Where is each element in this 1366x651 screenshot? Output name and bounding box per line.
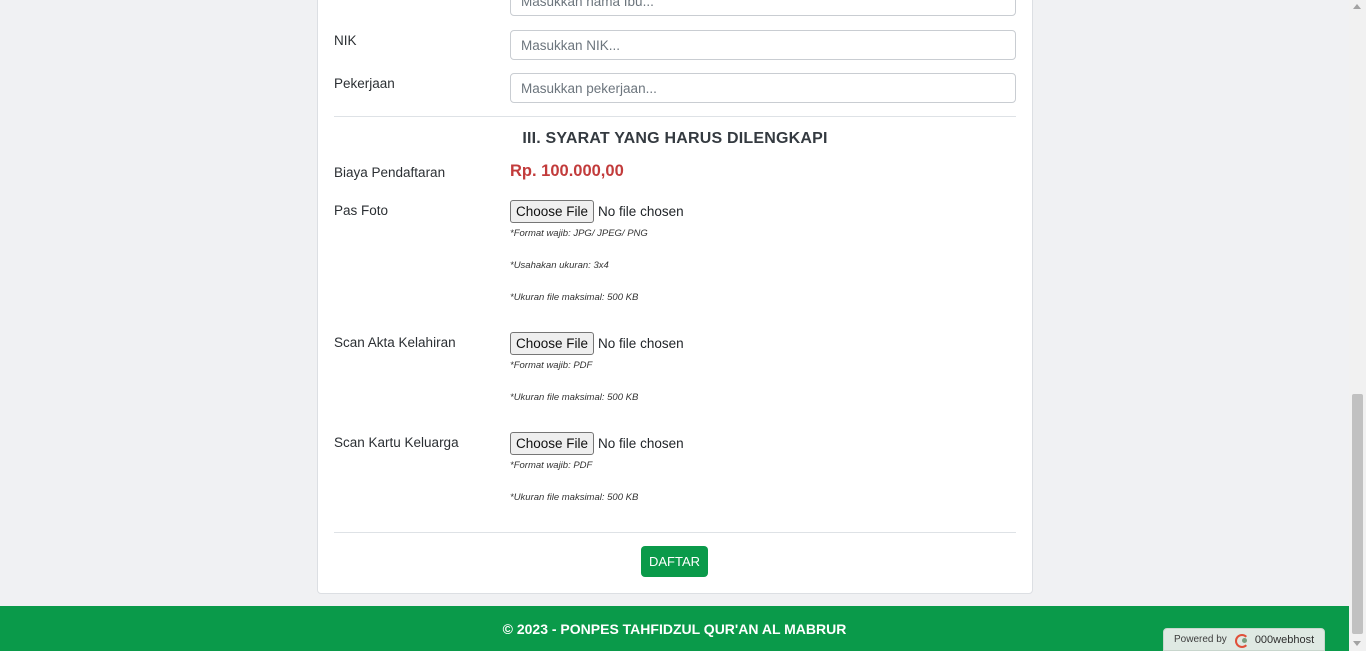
biaya-value: Rp. 100.000,00	[510, 162, 624, 180]
akta-choose-button[interactable]: Choose File	[510, 332, 595, 355]
akta-note-max: *Ukuran file maksimal: 500 KB	[510, 392, 639, 403]
akta-label: Scan Akta Kelahiran	[334, 335, 456, 350]
biaya-label: Biaya Pendaftaran	[334, 165, 446, 180]
kk-note-format: *Format wajib: PDF	[510, 460, 593, 471]
kk-label: Scan Kartu Keluarga	[334, 435, 459, 450]
footer-copyright: © 2023 - PONPES TAHFIDZUL QUR'AN AL MABR…	[502, 621, 847, 637]
section-divider	[334, 116, 1016, 117]
scrollbar-thumb[interactable]	[1352, 394, 1363, 634]
powered-by-text: Powered by	[1174, 634, 1227, 645]
akta-file-input[interactable]: Choose File No file chosen	[510, 332, 684, 355]
akta-note-format: *Format wajib: PDF	[510, 360, 593, 371]
pas-foto-file-status: No file chosen	[598, 204, 684, 219]
nama-ibu-input[interactable]	[510, 0, 1016, 16]
scroll-down-arrow-icon[interactable]	[1353, 641, 1361, 646]
pas-foto-choose-button[interactable]: Choose File	[510, 200, 595, 223]
powered-by-badge[interactable]: Powered by 000webhost	[1163, 628, 1325, 651]
kk-file-status: No file chosen	[598, 436, 684, 451]
pas-foto-file-input[interactable]: Choose File No file chosen	[510, 200, 684, 223]
kk-choose-button[interactable]: Choose File	[510, 432, 595, 455]
pas-foto-note-format: *Format wajib: JPG/ JPEG/ PNG	[510, 228, 648, 239]
webhost-logo-icon	[1234, 633, 1251, 648]
kk-file-input[interactable]: Choose File No file chosen	[510, 432, 684, 455]
daftar-button[interactable]: DAFTAR	[641, 546, 708, 577]
nik-label: NIK	[334, 33, 357, 48]
pekerjaan-label: Pekerjaan	[334, 76, 395, 91]
webhost-brand-text: 000webhost	[1254, 633, 1315, 646]
pas-foto-note-max: *Ukuran file maksimal: 500 KB	[510, 292, 639, 303]
kk-note-max: *Ukuran file maksimal: 500 KB	[510, 492, 639, 503]
pas-foto-note-size: *Usahakan ukuran: 3x4	[510, 260, 609, 271]
pekerjaan-input[interactable]	[510, 73, 1016, 103]
section-title: III. SYARAT YANG HARUS DILENGKAPI	[522, 130, 828, 147]
scroll-up-arrow-icon[interactable]	[1353, 4, 1361, 9]
submit-divider	[334, 532, 1016, 533]
akta-file-status: No file chosen	[598, 336, 684, 351]
pas-foto-label: Pas Foto	[334, 203, 389, 218]
nik-input[interactable]	[510, 30, 1016, 60]
